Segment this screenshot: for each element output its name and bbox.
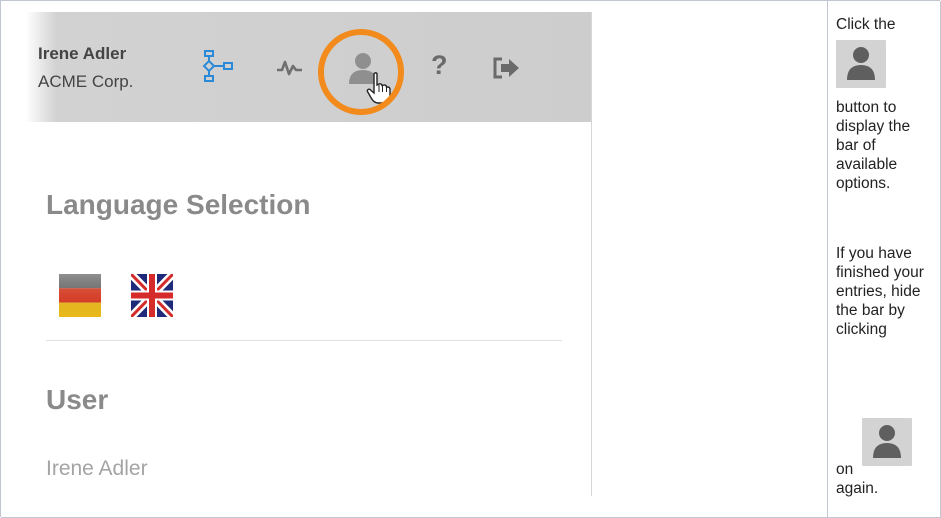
user-button-image-2 xyxy=(862,418,912,466)
instruction-line-5: again. xyxy=(836,480,879,497)
user-button-image xyxy=(836,40,886,88)
user-name-value: Irene Adler xyxy=(46,457,148,480)
instruction-line-1: Click the xyxy=(836,16,896,33)
instruction-line-2: button to display the bar of available o… xyxy=(836,99,911,192)
uk-flag-icon[interactable] xyxy=(131,274,173,317)
logout-icon[interactable] xyxy=(492,56,522,80)
section-divider xyxy=(46,340,562,341)
german-flag-icon[interactable] xyxy=(59,274,101,317)
highlight-ring xyxy=(318,29,404,115)
user-icon xyxy=(873,425,901,458)
top-bar: Irene Adler ACME Corp. ? xyxy=(26,12,592,122)
user-name: Irene Adler xyxy=(38,44,127,63)
instruction-line-3: If you have finished your entries, hide … xyxy=(836,245,924,338)
organization-name: ACME Corp. xyxy=(38,72,134,91)
language-selection-title: Language Selection xyxy=(46,189,311,220)
help-icon[interactable]: ? xyxy=(431,50,448,81)
screenshot-edge xyxy=(591,12,592,496)
workflow-icon[interactable] xyxy=(198,50,238,86)
activity-icon[interactable] xyxy=(275,57,305,79)
instruction-line-4: on xyxy=(836,461,854,478)
user-icon xyxy=(847,47,875,80)
user-section-title: User xyxy=(46,384,109,415)
app-screenshot: Irene Adler ACME Corp. ? Language Select… xyxy=(26,12,592,496)
